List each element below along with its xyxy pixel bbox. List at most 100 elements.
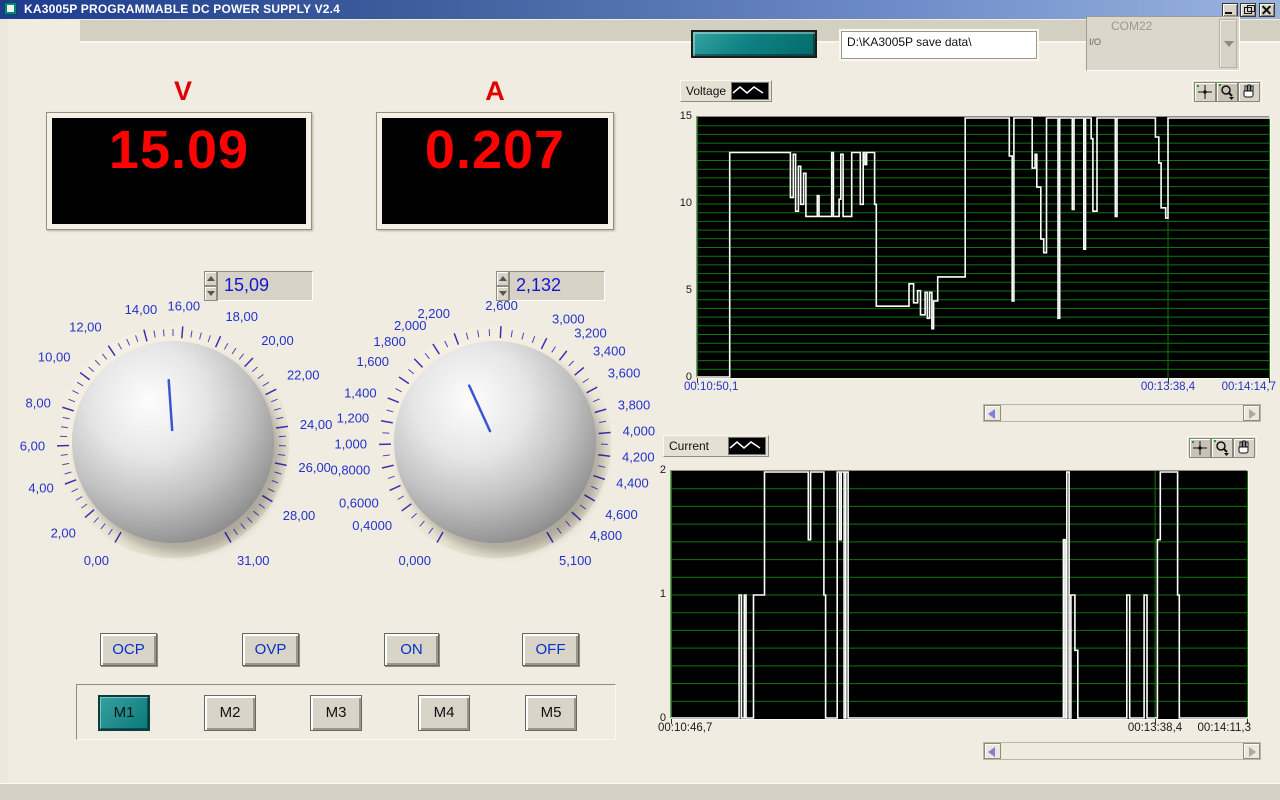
- knob-scale-label: 0,8000: [330, 463, 370, 478]
- ovp-button[interactable]: OVP: [242, 633, 299, 666]
- minimize-icon[interactable]: [1222, 3, 1238, 17]
- save-path-field[interactable]: D:\KA3005P save data\: [841, 31, 1037, 59]
- scroll-right-icon[interactable]: [1243, 405, 1260, 421]
- knob-scale-label: 2,200: [417, 306, 450, 321]
- memory-panel: M1 M2 M3 M4 M5: [76, 684, 616, 740]
- knob-scale-label: 14,00: [125, 302, 158, 317]
- knob-tick: [182, 326, 183, 338]
- memory-m2-button[interactable]: M2: [204, 695, 256, 731]
- knob-scale-label: 4,400: [616, 475, 649, 490]
- knob-scale-label: 0,4000: [352, 518, 392, 533]
- app-icon: [4, 2, 17, 15]
- legend-label: Voltage: [686, 84, 726, 98]
- voltage-chart-scrollbar[interactable]: [983, 404, 1261, 422]
- record-save-button[interactable]: [691, 30, 817, 58]
- knob-scale-label: 3,800: [618, 398, 651, 413]
- knob-scale-label: 18,00: [225, 309, 258, 324]
- knob-scale-label: 2,600: [485, 298, 518, 313]
- knob-ball[interactable]: [72, 341, 274, 543]
- scroll-left-icon[interactable]: [984, 405, 1001, 421]
- knob-tick: [500, 326, 501, 338]
- output-off-button[interactable]: OFF: [522, 633, 579, 666]
- zoom-icon[interactable]: [1211, 438, 1233, 458]
- current-readout: 0.207: [382, 118, 608, 224]
- voltage-chart-legend[interactable]: Voltage: [680, 80, 772, 102]
- scroll-right-icon[interactable]: [1243, 743, 1260, 759]
- voltage-chart-plot[interactable]: [697, 117, 1270, 378]
- pan-hand-icon[interactable]: [1233, 438, 1255, 458]
- knob-scale-label: 1,600: [356, 354, 389, 369]
- knob-scale-label: 1,000: [334, 437, 367, 452]
- current-ytick: 2: [636, 464, 666, 476]
- knob-scale-label: 3,000: [552, 311, 585, 326]
- plot-style-icon: [728, 437, 766, 455]
- knob-scale-label: 1,800: [373, 334, 406, 349]
- current-chart-plot[interactable]: [671, 471, 1248, 719]
- knob-tick: [163, 329, 164, 336]
- voltage-ytick: 5: [662, 284, 692, 296]
- com-port-value: COM22: [1111, 19, 1152, 33]
- window-title: KA3005P PROGRAMMABLE DC POWER SUPPLY V2.…: [24, 0, 340, 19]
- voltage-readout: 15.09: [52, 118, 306, 224]
- ocp-button[interactable]: OCP: [100, 633, 157, 666]
- close-icon[interactable]: [1259, 3, 1275, 17]
- visa-io-icon: I/O: [1089, 39, 1103, 46]
- current-graph-palette: [1187, 436, 1257, 458]
- knob-scale-label: 12,00: [69, 320, 102, 335]
- plot-style-icon: [731, 82, 769, 100]
- current-chart-legend[interactable]: Current: [663, 435, 769, 457]
- knob-scale-label: 4,600: [605, 507, 638, 522]
- knob-scale-label: 4,000: [623, 423, 656, 438]
- knob-scale-label: 0,00: [84, 553, 109, 568]
- cursor-crosshair-icon[interactable]: [1189, 438, 1211, 458]
- knob-scale-label: 10,00: [38, 349, 71, 364]
- knob-scale-label: 31,00: [237, 553, 270, 568]
- application-window: KA3005P PROGRAMMABLE DC POWER SUPPLY V2.…: [0, 0, 1280, 800]
- output-on-button[interactable]: ON: [384, 633, 439, 666]
- current-unit-label: A: [450, 76, 540, 107]
- knob-tick: [382, 433, 389, 434]
- chevron-down-icon: [1224, 41, 1234, 47]
- current-xtick: 00:10:46,7: [658, 722, 742, 734]
- knob-scale-label: 1,200: [337, 410, 370, 425]
- voltage-xtick: 00:14:14,7: [1192, 381, 1276, 393]
- knob-ball[interactable]: [394, 341, 596, 543]
- current-chart-scrollbar[interactable]: [983, 742, 1261, 760]
- voltage-display: 15.09: [46, 112, 312, 230]
- current-knob[interactable]: 0,000 0,4000 0,6000 0,8000 1,000 1,200 1,400 1,…: [305, 282, 685, 607]
- memory-m4-button[interactable]: M4: [418, 695, 470, 731]
- knob-scale-label: 4,800: [590, 528, 623, 543]
- knob-scale-label: 4,200: [622, 450, 655, 465]
- current-ytick: 1: [636, 588, 666, 600]
- knob-scale-label: 16,00: [168, 298, 201, 313]
- window-bottom-border: [0, 783, 1280, 800]
- current-display: 0.207: [376, 112, 614, 230]
- knob-scale-label: 0,6000: [339, 495, 379, 510]
- knob-scale-label: 0,000: [398, 553, 431, 568]
- knob-scale-label: 3,600: [608, 365, 641, 380]
- restore-window-icon[interactable]: [1240, 3, 1256, 17]
- voltage-xtick: 00:10:50,1: [684, 381, 768, 393]
- knob-scale-label: 2,00: [51, 525, 76, 540]
- knob-scale-label: 3,400: [593, 344, 626, 359]
- com-dropdown[interactable]: [1219, 19, 1237, 68]
- memory-m3-button[interactable]: M3: [310, 695, 362, 731]
- pan-hand-icon[interactable]: [1238, 82, 1260, 102]
- knob-scale-label: 3,200: [574, 325, 607, 340]
- memory-m1-button[interactable]: M1: [98, 695, 150, 731]
- voltage-unit-label: V: [138, 76, 228, 107]
- voltage-ytick: 15: [662, 110, 692, 122]
- knob-scale-label: 4,00: [28, 480, 53, 495]
- memory-m5-button[interactable]: M5: [525, 695, 577, 731]
- knob-scale-label: 1,400: [344, 385, 377, 400]
- knob-scale-label: 5,100: [559, 553, 592, 568]
- zoom-icon[interactable]: [1216, 82, 1238, 102]
- cursor-crosshair-icon[interactable]: [1194, 82, 1216, 102]
- com-port-select[interactable]: I/O COM22: [1086, 16, 1240, 71]
- knob-scale-label: 6,00: [20, 438, 45, 453]
- scroll-left-icon[interactable]: [984, 743, 1001, 759]
- current-xtick: 00:14:11,3: [1167, 722, 1251, 734]
- knob-scale-label: 20,00: [261, 333, 294, 348]
- voltage-graph-palette: [1192, 80, 1262, 102]
- voltage-ytick: 10: [662, 197, 692, 209]
